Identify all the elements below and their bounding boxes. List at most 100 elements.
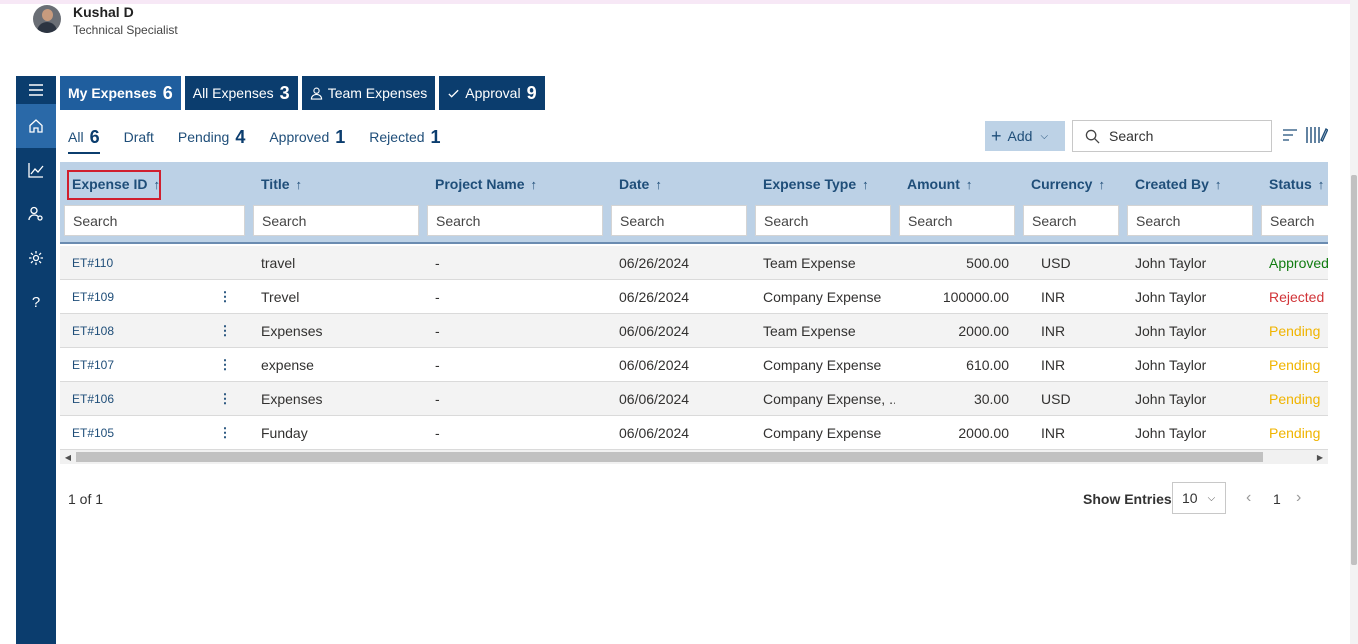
status-badge: Pending bbox=[1269, 357, 1321, 373]
cell-created-by: John Taylor bbox=[1135, 255, 1207, 271]
filter-status[interactable]: Search bbox=[1261, 205, 1328, 236]
cell-currency: INR bbox=[1041, 323, 1066, 339]
expense-id-link[interactable]: ET#109 bbox=[72, 280, 114, 314]
column-chooser-icon[interactable] bbox=[1306, 126, 1328, 144]
more-options-icon[interactable]: ⋮ bbox=[219, 348, 232, 382]
cell-date: 06/26/2024 bbox=[619, 255, 690, 271]
status-badge: Pending bbox=[1269, 323, 1321, 339]
more-options-icon[interactable]: ⋮ bbox=[219, 416, 232, 450]
cell-created-by: John Taylor bbox=[1135, 289, 1207, 305]
cell-currency: INR bbox=[1041, 425, 1066, 441]
table-header: Expense ID ↑ Title ↑ Project Name ↑ Date ↑ E… bbox=[60, 162, 1328, 244]
user-profile: Kushal D Technical Specialist bbox=[33, 5, 178, 45]
cell-project: - bbox=[435, 391, 440, 407]
table-row[interactable]: ET#109 ⋮ Trevel - 06/26/2024 Company Exp… bbox=[60, 280, 1328, 314]
expenses-table: Expense ID ↑ Title ↑ Project Name ↑ Date ↑ E… bbox=[60, 162, 1328, 466]
expense-id-link[interactable]: ET#108 bbox=[72, 314, 114, 348]
expense-id-link[interactable]: ET#105 bbox=[72, 416, 114, 450]
expense-id-link[interactable]: ET#110 bbox=[72, 246, 113, 280]
col-date[interactable]: Date ↑ bbox=[607, 162, 662, 206]
col-expense-id[interactable]: Expense ID ↑ bbox=[60, 162, 160, 206]
filter-amount[interactable]: Search bbox=[899, 205, 1015, 236]
horizontal-scrollbar[interactable]: ◀ ▶ bbox=[60, 450, 1328, 464]
cell-type: Company Expense, ... bbox=[763, 391, 895, 407]
filter-date[interactable]: Search bbox=[611, 205, 747, 236]
cell-date: 06/06/2024 bbox=[619, 425, 690, 441]
cell-project: - bbox=[435, 425, 440, 441]
expense-id-link[interactable]: ET#106 bbox=[72, 382, 114, 416]
cell-created-by: John Taylor bbox=[1135, 425, 1207, 441]
status-badge: Pending bbox=[1269, 425, 1321, 441]
subtab-approved[interactable]: Approved 1 bbox=[269, 124, 345, 150]
user-name: Kushal D bbox=[73, 4, 134, 20]
cell-title: travel bbox=[261, 255, 296, 271]
scroll-thumb[interactable] bbox=[76, 452, 1263, 462]
subtab-draft[interactable]: Draft bbox=[124, 124, 154, 150]
col-title[interactable]: Title ↑ bbox=[249, 162, 302, 206]
subtab-pending[interactable]: Pending 4 bbox=[178, 124, 245, 150]
table-row[interactable]: ET#110 travel - 06/26/2024 Team Expense … bbox=[60, 246, 1328, 280]
filter-expense-type[interactable]: Search bbox=[755, 205, 891, 236]
cell-date: 06/06/2024 bbox=[619, 357, 690, 373]
filter-created-by[interactable]: Search bbox=[1127, 205, 1253, 236]
filter-expense-id[interactable]: Search bbox=[64, 205, 245, 236]
subtab-rejected[interactable]: Rejected 1 bbox=[369, 124, 440, 150]
avatar bbox=[33, 5, 61, 33]
current-page[interactable]: 1 bbox=[1273, 491, 1281, 507]
col-status[interactable]: Status ↑ bbox=[1257, 162, 1324, 206]
filter-title[interactable]: Search bbox=[253, 205, 419, 236]
subtab-all[interactable]: All 6 bbox=[68, 124, 100, 154]
filter-icon[interactable] bbox=[1282, 128, 1298, 142]
table-row[interactable]: ET#105 ⋮ Funday - 06/06/2024 Company Exp… bbox=[60, 416, 1328, 450]
home-icon[interactable] bbox=[16, 104, 56, 148]
tab-team-expenses[interactable]: Team Expenses bbox=[301, 76, 436, 110]
tab-approval[interactable]: Approval 9 bbox=[439, 76, 545, 110]
col-currency[interactable]: Currency ↑ bbox=[1019, 162, 1105, 206]
tab-all-expenses[interactable]: All Expenses 3 bbox=[184, 76, 298, 110]
more-options-icon[interactable]: ⋮ bbox=[219, 280, 232, 314]
table-row[interactable]: ET#106 ⋮ Expenses - 06/06/2024 Company E… bbox=[60, 382, 1328, 416]
gear-icon[interactable] bbox=[16, 236, 56, 280]
cell-title: expense bbox=[261, 357, 314, 373]
next-page-icon[interactable]: › bbox=[1296, 489, 1301, 507]
status-filter-tabs: All 6 Draft Pending 4 Approved 1 Rejected 1 bbox=[68, 124, 465, 154]
more-options-icon[interactable]: ⋮ bbox=[219, 382, 232, 416]
scroll-thumb[interactable] bbox=[1351, 175, 1357, 565]
chevron-down-icon: ⌵ bbox=[1207, 492, 1216, 504]
cell-project: - bbox=[435, 357, 440, 373]
top-accent-line bbox=[0, 0, 1358, 4]
expense-id-link[interactable]: ET#107 bbox=[72, 348, 114, 382]
main-tabs: My Expenses 6 All Expenses 3 Team Expenses… bbox=[60, 76, 545, 110]
menu-icon[interactable] bbox=[16, 76, 56, 104]
tab-my-expenses[interactable]: My Expenses 6 bbox=[60, 76, 181, 110]
user-settings-icon[interactable] bbox=[16, 192, 56, 236]
search-input[interactable]: Search bbox=[1072, 120, 1272, 152]
table-row[interactable]: ET#108 ⋮ Expenses - 06/06/2024 Team Expe… bbox=[60, 314, 1328, 348]
more-options-icon[interactable]: ⋮ bbox=[219, 314, 232, 348]
col-amount[interactable]: Amount ↑ bbox=[895, 162, 972, 206]
col-created-by[interactable]: Created By ↑ bbox=[1123, 162, 1221, 206]
vertical-scrollbar[interactable] bbox=[1350, 0, 1358, 644]
search-icon bbox=[1085, 129, 1100, 144]
add-button[interactable]: + Add ⌵ bbox=[985, 121, 1065, 151]
person-icon bbox=[310, 87, 322, 100]
table-row[interactable]: ET#107 ⋮ expense - 06/06/2024 Company Ex… bbox=[60, 348, 1328, 382]
filter-currency[interactable]: Search bbox=[1023, 205, 1119, 236]
help-icon[interactable]: ? bbox=[16, 280, 56, 324]
filter-project-name[interactable]: Search bbox=[427, 205, 603, 236]
cell-currency: USD bbox=[1041, 391, 1071, 407]
chart-icon[interactable] bbox=[16, 148, 56, 192]
cell-title: Trevel bbox=[261, 289, 300, 305]
chevron-down-icon: ⌵ bbox=[1040, 130, 1049, 142]
cell-created-by: John Taylor bbox=[1135, 323, 1207, 339]
col-expense-type[interactable]: Expense Type ↑ bbox=[751, 162, 869, 206]
cell-currency: INR bbox=[1041, 357, 1066, 373]
col-project-name[interactable]: Project Name ↑ bbox=[423, 162, 537, 206]
scroll-left-icon[interactable]: ◀ bbox=[62, 450, 74, 464]
scroll-right-icon[interactable]: ▶ bbox=[1314, 450, 1326, 464]
cell-type: Company Expense bbox=[763, 425, 882, 441]
cell-title: Funday bbox=[261, 425, 308, 441]
prev-page-icon[interactable]: ‹ bbox=[1246, 489, 1251, 507]
entries-select[interactable]: 10 ⌵ bbox=[1172, 482, 1226, 514]
cell-title: Expenses bbox=[261, 323, 323, 339]
